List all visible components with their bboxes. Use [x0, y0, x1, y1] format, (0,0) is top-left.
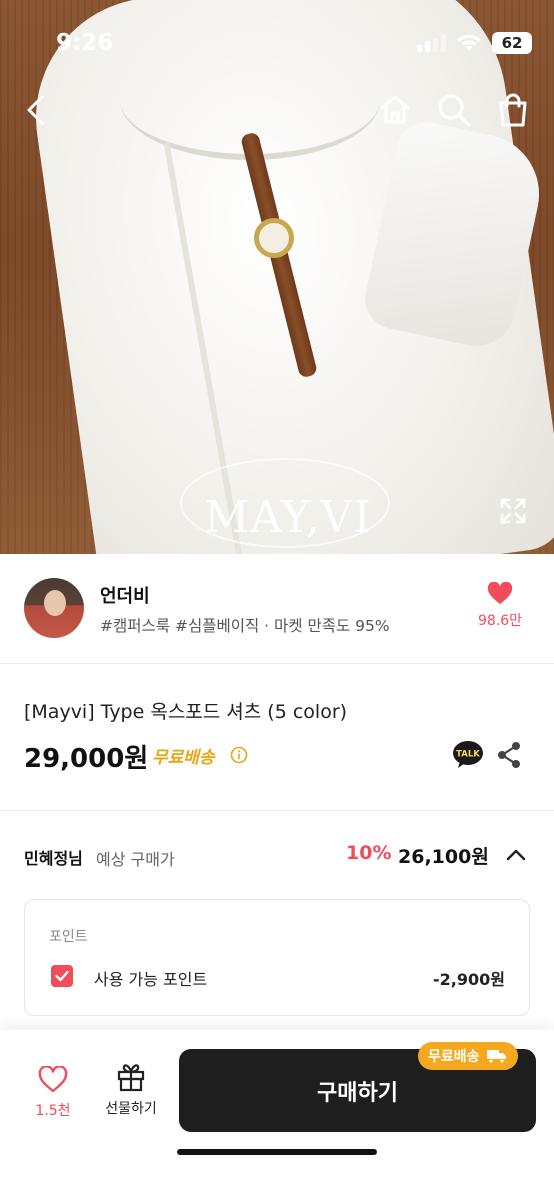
expected-price-label: 예상 구매가 — [96, 850, 175, 869]
seller-tags: #캠퍼스룩 #심플베이직 · 마켓 만족도 95% — [100, 617, 390, 635]
kakao-talk-icon[interactable]: TALK — [452, 740, 484, 774]
product-price: 29,000원 — [24, 744, 149, 774]
free-shipping-label: 무료배송 — [152, 748, 215, 768]
expected-price-value: 26,100원 — [398, 846, 489, 868]
watermark-logo: MAY,VI — [204, 492, 372, 543]
gift-label: 선물하기 — [105, 1101, 157, 1117]
free-shipping-badge: 무료배송 — [418, 1042, 518, 1070]
info-icon[interactable] — [230, 746, 248, 768]
bottom-action-bar: 1.5천 선물하기 구매하기 무료배송 — [0, 1030, 554, 1200]
heart-outline-icon — [38, 1066, 68, 1093]
back-icon[interactable] — [24, 94, 48, 126]
points-panel: 포인트 사용 가능 포인트 -2,900원 — [24, 899, 530, 1016]
wifi-icon — [457, 34, 481, 51]
chevron-up-icon[interactable] — [505, 844, 527, 870]
product-image[interactable]: MAY,VI — [0, 0, 554, 554]
product-title: [Mayvi] Type 옥스포드 셔츠 (5 color) — [24, 701, 348, 723]
cellular-signal-icon — [417, 34, 446, 52]
free-shipping-badge-label: 무료배송 — [428, 1049, 480, 1065]
seller-name[interactable]: 언더비 — [100, 582, 150, 608]
expected-price-user: 민혜정님 — [24, 849, 83, 868]
gift-icon — [117, 1064, 145, 1092]
shopping-bag-icon[interactable] — [496, 92, 530, 128]
home-indicator — [177, 1149, 377, 1155]
seller-like-button[interactable]: 98.6만 — [470, 582, 530, 630]
wishlist-count: 1.5천 — [35, 1103, 71, 1119]
heart-filled-icon — [487, 582, 513, 604]
status-indicators: 62 — [417, 32, 532, 54]
expand-icon[interactable] — [500, 498, 526, 524]
gift-button[interactable]: 선물하기 — [96, 1062, 166, 1118]
expected-price-discount: 10% — [346, 842, 392, 864]
seller-info[interactable]: 언더비 #캠퍼스룩 #심플베이직 · 마켓 만족도 95% 98.6만 — [0, 554, 554, 664]
home-icon[interactable] — [378, 92, 412, 126]
seller-avatar[interactable] — [24, 578, 84, 638]
wishlist-button[interactable]: 1.5천 — [24, 1066, 82, 1120]
points-header: 포인트 — [49, 929, 88, 945]
section-divider — [0, 810, 554, 811]
status-time: 9:26 — [56, 30, 114, 56]
points-checkbox[interactable] — [51, 965, 73, 987]
points-label: 사용 가능 포인트 — [94, 970, 208, 989]
search-icon[interactable] — [436, 92, 472, 128]
watch-face — [254, 218, 294, 258]
check-icon — [55, 970, 69, 982]
points-value: -2,900원 — [433, 970, 505, 989]
delivery-truck-icon — [486, 1050, 506, 1064]
battery-indicator: 62 — [492, 32, 532, 54]
svg-text:TALK: TALK — [456, 750, 480, 760]
seller-like-count: 98.6만 — [477, 613, 523, 629]
share-icon[interactable] — [496, 741, 522, 773]
